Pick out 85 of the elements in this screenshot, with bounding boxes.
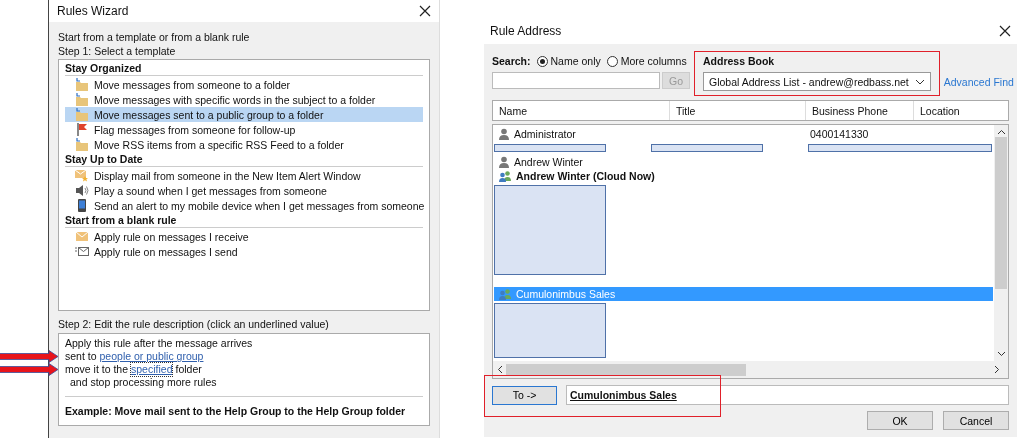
people-icon [498, 170, 512, 182]
horizontal-scrollbar[interactable] [492, 361, 1009, 379]
template-label: Play a sound when I get messages from someone [94, 184, 327, 197]
step-label: Step 2: Edit the rule description (click an underlined value) [58, 317, 330, 331]
contact-name: Andrew Winter [514, 156, 583, 168]
contact-row[interactable]: Andrew Winter [494, 155, 993, 169]
group-heading: Stay Organized [65, 61, 423, 76]
template-label: Display mail from someone in the New Item Alert Window [94, 169, 361, 182]
description-text: and stop processing more rules [70, 376, 217, 389]
description-text: Apply this rule after the message arrives [65, 337, 253, 350]
template-label: Flag messages from someone for follow-up [94, 123, 296, 136]
chevron-up-icon[interactable] [996, 129, 1006, 135]
dropdown-value: Global Address List - andrew@redbass.net [709, 75, 909, 88]
intro-text: Start from a template or from a blank rule [58, 30, 251, 44]
envelope-icon [75, 230, 89, 243]
search-label: Search: [492, 55, 531, 67]
advanced-find-link[interactable]: Advanced Find [943, 76, 1014, 88]
chevron-down-icon[interactable] [996, 351, 1006, 357]
template-label: Move messages sent to a public group to a folder [94, 108, 324, 121]
template-label: Move messages from someone to a folder [94, 78, 291, 91]
person-icon [498, 128, 510, 140]
close-icon[interactable] [419, 5, 431, 17]
contact-name: Administrator [514, 128, 576, 140]
column-header[interactable]: Location [914, 101, 1008, 120]
chevron-left-icon[interactable] [497, 365, 503, 374]
template-item[interactable]: Move messages from someone to a folder [65, 77, 423, 92]
description-text: folder [175, 363, 202, 376]
example-text: Example: Move mail sent to the Help Group to the Help Group folder [65, 405, 407, 417]
template-item[interactable]: Move messages sent to a public group to a folder [65, 107, 423, 122]
phone-cell: 0400141330 [810, 128, 869, 140]
column-header[interactable]: Title [670, 101, 806, 120]
template-label: Move messages with specific words in the subject to a folder [94, 93, 376, 106]
speaker-icon [75, 184, 89, 197]
template-list[interactable] [58, 59, 430, 311]
folder-icon [75, 108, 89, 121]
contact-row[interactable]: Administrator 0400141330 [494, 127, 993, 141]
flag-icon [75, 123, 89, 136]
chevron-down-icon [914, 78, 925, 85]
mobile-phone-icon [75, 199, 89, 212]
template-item[interactable]: Apply rule on messages I receive [65, 229, 423, 244]
person-icon [498, 156, 510, 168]
address-book-dropdown[interactable]: Global Address List - andrew@redbass.net [703, 72, 931, 91]
group-heading: Stay Up to Date [65, 152, 423, 167]
to-field[interactable]: Cumulonimbus Sales [566, 385, 1009, 405]
contact-name: Cumulonimbus Sales [516, 288, 616, 300]
description-text: sent to [65, 350, 97, 363]
to-button[interactable]: To -> [492, 385, 557, 405]
address-book-label: Address Book [703, 55, 776, 67]
template-item[interactable]: Send an alert to my mobile device when I get messages from someone [65, 198, 423, 213]
template-item[interactable]: Move RSS items from a specific RSS Feed to a folder [65, 137, 423, 152]
close-icon[interactable] [999, 25, 1011, 37]
folder-icon [75, 138, 89, 151]
envelope-icon [75, 245, 89, 258]
column-header[interactable]: Business Phone [806, 101, 914, 120]
dialog-button[interactable]: Cancel [943, 411, 1009, 430]
window-title: Rules Wizard [57, 4, 129, 18]
template-label: Send an alert to my mobile device when I get messages from someone [94, 199, 425, 212]
contact-name: Andrew Winter (Cloud Now) [516, 170, 655, 182]
dialog-button[interactable]: OK [867, 411, 933, 430]
search-field[interactable] [492, 72, 660, 89]
template-label: Move RSS items from a specific RSS Feed to a folder [94, 138, 344, 151]
people-icon [498, 288, 512, 300]
template-label: Apply rule on messages I receive [94, 230, 249, 243]
step-label: Step 1: Select a template [58, 44, 177, 58]
folder-icon [75, 93, 89, 106]
group-heading: Start from a blank rule [65, 213, 423, 228]
underlined-value-link[interactable]: specified [131, 363, 173, 376]
chevron-right-icon[interactable] [994, 365, 1000, 374]
folder-icon [75, 78, 89, 91]
radio-button[interactable]: More columns [606, 55, 687, 67]
radio-button[interactable]: Name only [536, 55, 601, 67]
description-text: move it to the [65, 363, 129, 376]
column-header[interactable]: Name [493, 101, 670, 120]
recipient-name: Cumulonimbus Sales [570, 389, 677, 401]
envelope-star-icon [75, 169, 89, 182]
template-item[interactable]: Move messages with specific words in the subject to a folder [65, 92, 423, 107]
template-item[interactable]: Display mail from someone in the New Item Alert Window [65, 168, 423, 183]
template-item[interactable]: Flag messages from someone for follow-up [65, 122, 423, 137]
template-item[interactable]: Play a sound when I get messages from someone [65, 183, 423, 198]
template-label: Apply rule on messages I send [94, 245, 238, 258]
window-title: Rule Address [490, 24, 562, 38]
template-item[interactable]: Apply rule on messages I send [65, 244, 423, 259]
vertical-scrollbar[interactable] [994, 125, 1008, 361]
underlined-value-link[interactable]: people or public group [99, 350, 204, 363]
contact-row[interactable]: Andrew Winter (Cloud Now) [494, 169, 993, 183]
